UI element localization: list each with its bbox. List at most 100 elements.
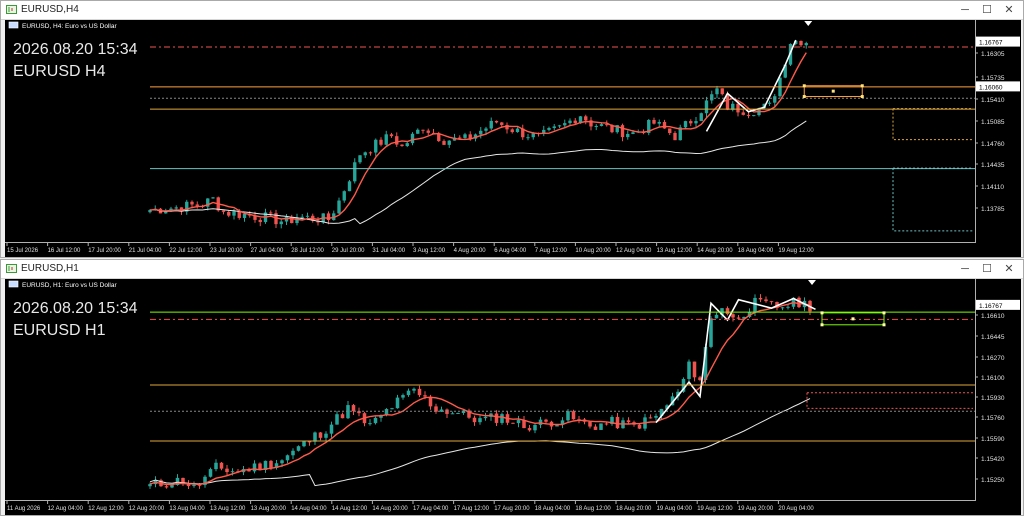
candle-body — [374, 139, 378, 153]
price-chart[interactable]: 1.16610 1.16445 1.16270 1.16100 1.15930 1.157… — [5, 279, 1021, 515]
candle-body — [463, 134, 467, 138]
candle-body — [379, 139, 383, 145]
candle-body — [604, 423, 609, 425]
candle-body — [324, 433, 328, 438]
candle-body — [725, 308, 730, 315]
price-axis-label: 1.15590 — [981, 436, 1005, 443]
candle-body — [780, 307, 785, 309]
overlay-symbol-label: EURUSD H1 — [13, 322, 106, 339]
box-handle-dot — [802, 95, 806, 99]
candle-body — [395, 397, 400, 409]
candle-body — [683, 121, 688, 128]
candle-body — [479, 130, 483, 135]
candle-body — [445, 409, 449, 414]
candle-body — [353, 162, 357, 182]
candle-body — [390, 408, 394, 410]
time-axis-label: 17 Jul 20:00 — [88, 248, 121, 254]
time-axis-label: 13 Aug 12:00 — [210, 506, 246, 512]
box-handle-dot — [882, 323, 886, 327]
minimize-button[interactable]: ─ — [955, 261, 975, 277]
candle-body — [631, 132, 635, 134]
candle-body — [227, 211, 231, 216]
box-handle-dot — [820, 323, 824, 327]
candle-body — [547, 128, 551, 130]
candle-body — [148, 484, 152, 487]
window-titlebar[interactable]: EURUSD,H1 ─ ☐ ✕ — [1, 260, 1023, 279]
candle-body — [300, 216, 304, 218]
price-axis-label: 1.16100 — [981, 375, 1005, 382]
candle-body — [208, 469, 213, 477]
current-price-label: 1.16767 — [979, 40, 1003, 47]
window-titlebar[interactable]: EURUSD,H4 ─ ☐ ✕ — [1, 1, 1023, 20]
candle-body — [489, 120, 493, 129]
candle-body — [657, 121, 661, 124]
time-axis-label: 3 Aug 12:00 — [413, 248, 446, 254]
candle-body — [363, 152, 367, 156]
box-handle-dot — [882, 311, 886, 315]
candle-body — [736, 103, 740, 113]
price-axis-label: 1.14760 — [981, 141, 1005, 148]
candle-body — [637, 424, 642, 429]
time-axis-label: 12 Aug 04:00 — [616, 248, 652, 254]
chart-window-h1[interactable]: EURUSD,H1 ─ ☐ ✕ 1.16610 1.16445 1.16270 1.1… — [0, 259, 1024, 516]
candle-body — [269, 212, 273, 214]
price-axis-label: 1.14435 — [981, 162, 1005, 169]
maximize-button[interactable]: ☐ — [977, 2, 997, 18]
time-axis-label: 18 Aug 04:00 — [738, 248, 774, 254]
time-axis-label: 6 Aug 04:00 — [494, 248, 527, 254]
candle-body — [242, 214, 247, 218]
candle-body — [515, 128, 520, 133]
time-axis-label: 29 Jul 20:00 — [332, 248, 365, 254]
candle-body — [478, 418, 482, 423]
candle-body — [764, 299, 768, 302]
candle-body — [318, 432, 323, 438]
price-axis-label: 1.16445 — [981, 334, 1005, 341]
level-price-label: 1.16060 — [979, 84, 1003, 91]
candle-body — [305, 215, 310, 217]
minimize-button[interactable]: ─ — [955, 2, 975, 18]
candle-body — [500, 414, 504, 423]
candle-body — [662, 121, 667, 129]
candle-body — [593, 426, 598, 430]
candle-body — [335, 414, 339, 425]
time-axis-label: 19 Aug 12:00 — [697, 506, 733, 512]
candle-body — [269, 460, 273, 468]
close-button[interactable]: ✕ — [999, 261, 1019, 277]
candle-body — [533, 424, 537, 431]
candle-body — [746, 114, 751, 116]
time-axis-label: 13 Aug 12:00 — [657, 248, 693, 254]
candle-body — [410, 133, 415, 144]
candle-body — [615, 416, 620, 429]
candle-body — [563, 123, 567, 126]
close-button[interactable]: ✕ — [999, 2, 1019, 18]
candle-body — [258, 219, 262, 223]
time-axis-label: 17 Aug 04:00 — [413, 506, 449, 512]
time-axis-label: 13 Aug 04:00 — [169, 506, 205, 512]
candle-body — [769, 301, 774, 303]
price-axis-label: 1.15420 — [981, 456, 1005, 463]
candle-body — [720, 88, 724, 95]
time-axis-label: 14 Aug 20:00 — [372, 506, 408, 512]
price-chart[interactable]: 1.16305 1.15735 1.15410 1.15085 1.14760 1.144… — [5, 20, 1021, 257]
candle-body — [694, 121, 698, 124]
candle-body — [416, 129, 420, 134]
candle-body — [494, 413, 499, 423]
candle-body — [214, 462, 218, 470]
candle-body — [758, 297, 763, 300]
time-axis-label: 31 Jul 04:00 — [372, 248, 405, 254]
time-axis-label: 14 Aug 20:00 — [697, 248, 733, 254]
candle-body — [447, 140, 451, 145]
candle-body — [511, 422, 515, 424]
time-axis-label: 7 Aug 12:00 — [535, 248, 568, 254]
chart-window-h4[interactable]: EURUSD,H4 ─ ☐ ✕ 1.16305 1.15735 1.15410 1.1… — [0, 0, 1024, 258]
candle-body — [174, 207, 178, 209]
price-axis-label: 1.16610 — [981, 313, 1005, 320]
maximize-button[interactable]: ☐ — [977, 261, 997, 277]
candle-body — [412, 388, 416, 391]
price-axis-label: 1.13785 — [981, 206, 1005, 213]
candle-body — [313, 432, 317, 442]
candle-body — [423, 395, 427, 397]
time-axis-label: 14 Aug 12:00 — [332, 506, 368, 512]
chart-window-icon — [6, 264, 17, 273]
time-axis-label: 19 Aug 04:00 — [657, 506, 693, 512]
